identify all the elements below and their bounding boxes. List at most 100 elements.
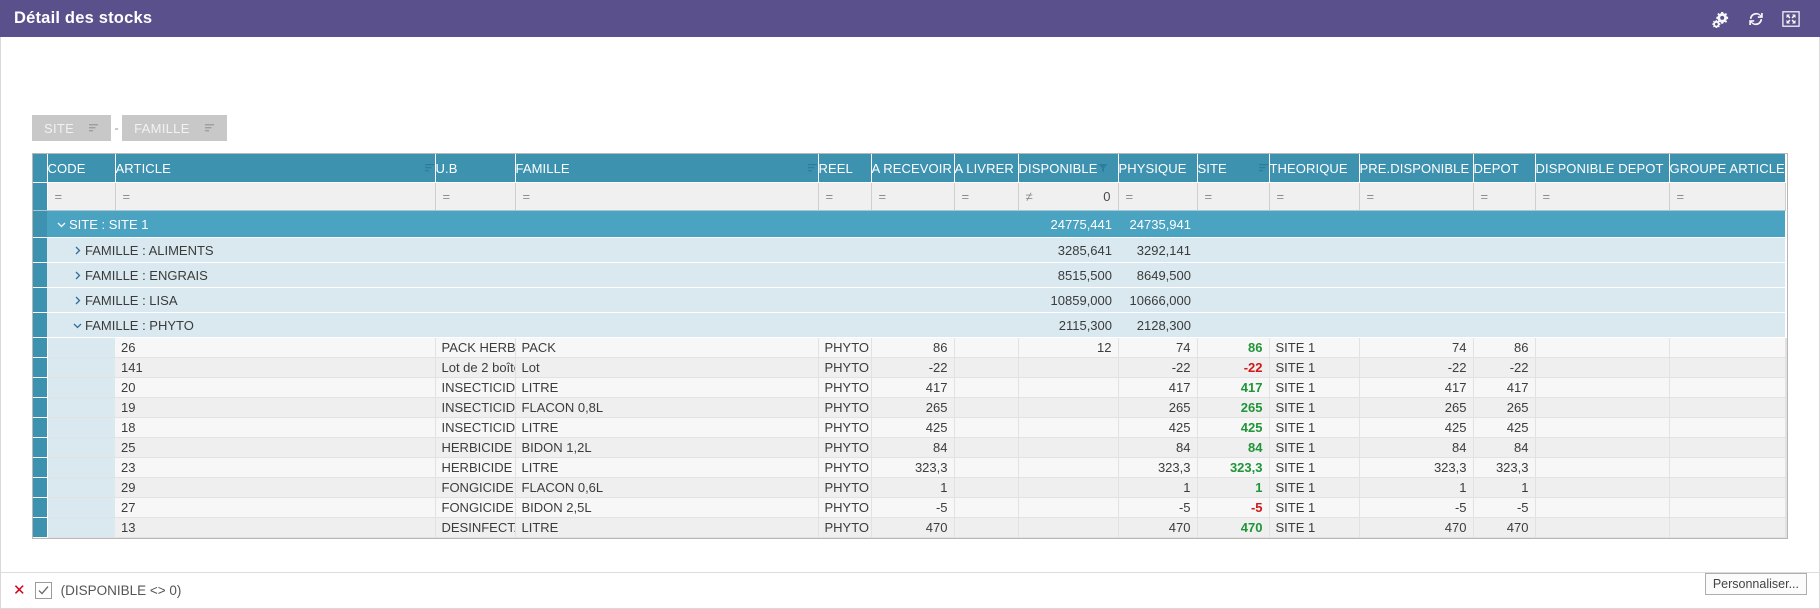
cell-predisp[interactable]: 1 xyxy=(1473,478,1535,498)
cell-disponible[interactable]: 425 xyxy=(1118,418,1197,438)
table-row[interactable]: 25HERBICIDE B EN 1,2LBIDON 1,2LPHYTO8484… xyxy=(33,438,1787,458)
cell-dispdepot[interactable] xyxy=(1669,418,1785,438)
cell-site[interactable]: SITE 1 xyxy=(1269,378,1359,398)
cell-theorique[interactable]: 84 xyxy=(1359,438,1473,458)
cell-alivrer[interactable]: 12 xyxy=(1018,338,1118,358)
filter-operator[interactable]: = xyxy=(1277,189,1285,204)
cell-depot[interactable] xyxy=(1535,338,1669,358)
filter-cell-disponible[interactable]: ≠0 xyxy=(1018,183,1118,211)
cell-theorique[interactable]: 470 xyxy=(1359,518,1473,538)
cell-disponible[interactable]: 1 xyxy=(1118,478,1197,498)
cell-reel[interactable]: 470 xyxy=(871,518,954,538)
sort-icon[interactable] xyxy=(424,161,435,176)
fullscreen-icon[interactable] xyxy=(1782,10,1800,28)
cell-predisp[interactable]: 84 xyxy=(1473,438,1535,458)
table-row[interactable]: 26PACK HERBICIDE A B (3 HERBICIDE A + 1 … xyxy=(33,338,1787,358)
cell-code[interactable]: 20 xyxy=(115,378,435,398)
cell-theorique[interactable]: 1 xyxy=(1359,478,1473,498)
cell-site[interactable]: SITE 1 xyxy=(1269,458,1359,478)
cell-grparticle[interactable]: INSECTICIDE xyxy=(1785,418,1787,438)
cell-grparticle[interactable]: HERBICIDE xyxy=(1785,338,1787,358)
grid-filter-row[interactable]: =======≠0======= xyxy=(33,183,1787,211)
group-by-panel[interactable]: SITE - FAMILLE xyxy=(32,115,227,141)
cell-code[interactable]: 19 xyxy=(115,398,435,418)
chevron-right-icon[interactable] xyxy=(69,246,85,255)
stock-detail-grid[interactable]: CODEARTICLEU.BFAMILLEREELA RECEVOIRA LIV… xyxy=(32,153,1788,539)
cell-dispdepot[interactable] xyxy=(1669,398,1785,418)
column-header-famille[interactable]: FAMILLE xyxy=(515,154,818,183)
cell-ub[interactable]: PACK xyxy=(515,338,818,358)
cell-physique[interactable]: -22 xyxy=(1197,358,1269,378)
filter-operator[interactable]: = xyxy=(962,189,970,204)
filter-cell-predisp[interactable]: = xyxy=(1359,183,1473,211)
chevron-down-icon[interactable] xyxy=(53,220,69,229)
cell-dispdepot[interactable] xyxy=(1669,358,1785,378)
table-row[interactable]: 27FONGICIDE 1 EN 2,5LBIDON 2,5LPHYTO-5-5… xyxy=(33,498,1787,518)
column-header-arecevoir[interactable]: A RECEVOIR xyxy=(871,154,954,183)
table-row[interactable]: 23HERBICIDE A EN 1LLITREPHYTO323,3323,33… xyxy=(33,458,1787,478)
cell-disponible[interactable]: 323,3 xyxy=(1118,458,1197,478)
column-header-disponible[interactable]: DISPONIBLE xyxy=(1018,154,1118,183)
cell-code[interactable]: 13 xyxy=(115,518,435,538)
table-row[interactable]: 19INSECTICIDE B 0,8LFLACON 0,8LPHYTO2652… xyxy=(33,398,1787,418)
column-header-depot[interactable]: DEPOT xyxy=(1473,154,1535,183)
cell-physique[interactable]: 1 xyxy=(1197,478,1269,498)
filter-operator[interactable]: = xyxy=(1126,189,1134,204)
table-row[interactable]: 20INSECTICIDE C EN 1LLITREPHYTO417417417… xyxy=(33,378,1787,398)
cell-depot[interactable] xyxy=(1535,478,1669,498)
cell-theorique[interactable]: 417 xyxy=(1359,378,1473,398)
chevron-right-icon[interactable] xyxy=(69,271,85,280)
filter-cell-article[interactable]: = xyxy=(115,183,435,211)
cell-article[interactable]: FONGICIDE 2 EN 0,6L xyxy=(435,478,515,498)
cell-theorique[interactable]: 265 xyxy=(1359,398,1473,418)
cell-famille[interactable]: PHYTO xyxy=(818,398,871,418)
filter-operator[interactable]: ≠ xyxy=(1026,189,1033,204)
cell-article[interactable]: Lot de 2 boîtes appât Anti-fourmis xyxy=(435,358,515,378)
cell-depot[interactable] xyxy=(1535,398,1669,418)
group-row-famille[interactable]: FAMILLE : PHYTO2115,3002128,300 xyxy=(33,313,1787,338)
cell-famille[interactable]: PHYTO xyxy=(818,518,871,538)
filter-cell-site[interactable]: = xyxy=(1197,183,1269,211)
sort-ascending-icon[interactable] xyxy=(88,121,99,136)
cell-ub[interactable]: LITRE xyxy=(515,458,818,478)
cell-arecevoir[interactable] xyxy=(954,458,1018,478)
cell-dispdepot[interactable] xyxy=(1669,478,1785,498)
cell-alivrer[interactable] xyxy=(1018,518,1118,538)
column-header-ub[interactable]: U.B xyxy=(435,154,515,183)
cell-site[interactable]: SITE 1 xyxy=(1269,518,1359,538)
column-header-code[interactable]: CODE xyxy=(47,154,115,183)
cell-code[interactable]: 141 xyxy=(115,358,435,378)
cell-article[interactable]: INSECTICIDE C EN 1L xyxy=(435,378,515,398)
cell-predisp[interactable]: 323,3 xyxy=(1473,458,1535,478)
cell-famille[interactable]: PHYTO xyxy=(818,438,871,458)
group-row-label-cell[interactable]: FAMILLE : ALIMENTS xyxy=(47,238,1018,263)
cell-depot[interactable] xyxy=(1535,378,1669,398)
cell-depot[interactable] xyxy=(1535,438,1669,458)
cell-article[interactable]: HERBICIDE A EN 1L xyxy=(435,458,515,478)
group-row-label-cell[interactable]: FAMILLE : PHYTO xyxy=(47,313,1018,338)
cell-depot[interactable] xyxy=(1535,418,1669,438)
cell-arecevoir[interactable] xyxy=(954,438,1018,458)
cell-code[interactable]: 18 xyxy=(115,418,435,438)
cell-ub[interactable]: LITRE xyxy=(515,418,818,438)
filter-operator[interactable]: = xyxy=(55,189,63,204)
chevron-down-icon[interactable] xyxy=(69,321,85,330)
filter-operator[interactable]: = xyxy=(1677,189,1685,204)
cell-article[interactable]: FONGICIDE 1 EN 2,5L xyxy=(435,498,515,518)
table-row[interactable]: 18INSECTICIDE A EN 1LLITREPHYTO425425425… xyxy=(33,418,1787,438)
cell-code[interactable]: 26 xyxy=(115,338,435,358)
cell-predisp[interactable]: 417 xyxy=(1473,378,1535,398)
filter-operator[interactable]: = xyxy=(523,189,531,204)
table-row[interactable]: 13DESINFECTANT 1LITREPHYTO470470470SITE … xyxy=(33,518,1787,538)
column-header-dispdepot[interactable]: DISPONIBLE DEPOT xyxy=(1535,154,1669,183)
group-chip-site[interactable]: SITE xyxy=(32,115,111,141)
group-row-famille[interactable]: FAMILLE : ALIMENTS3285,6413292,141 xyxy=(33,238,1787,263)
cell-alivrer[interactable] xyxy=(1018,478,1118,498)
cell-theorique[interactable]: -5 xyxy=(1359,498,1473,518)
cell-physique[interactable]: 86 xyxy=(1197,338,1269,358)
cell-reel[interactable]: -5 xyxy=(871,498,954,518)
cell-ub[interactable]: LITRE xyxy=(515,518,818,538)
cell-arecevoir[interactable] xyxy=(954,358,1018,378)
cell-reel[interactable]: 323,3 xyxy=(871,458,954,478)
sort-ascending-icon[interactable] xyxy=(204,121,215,136)
